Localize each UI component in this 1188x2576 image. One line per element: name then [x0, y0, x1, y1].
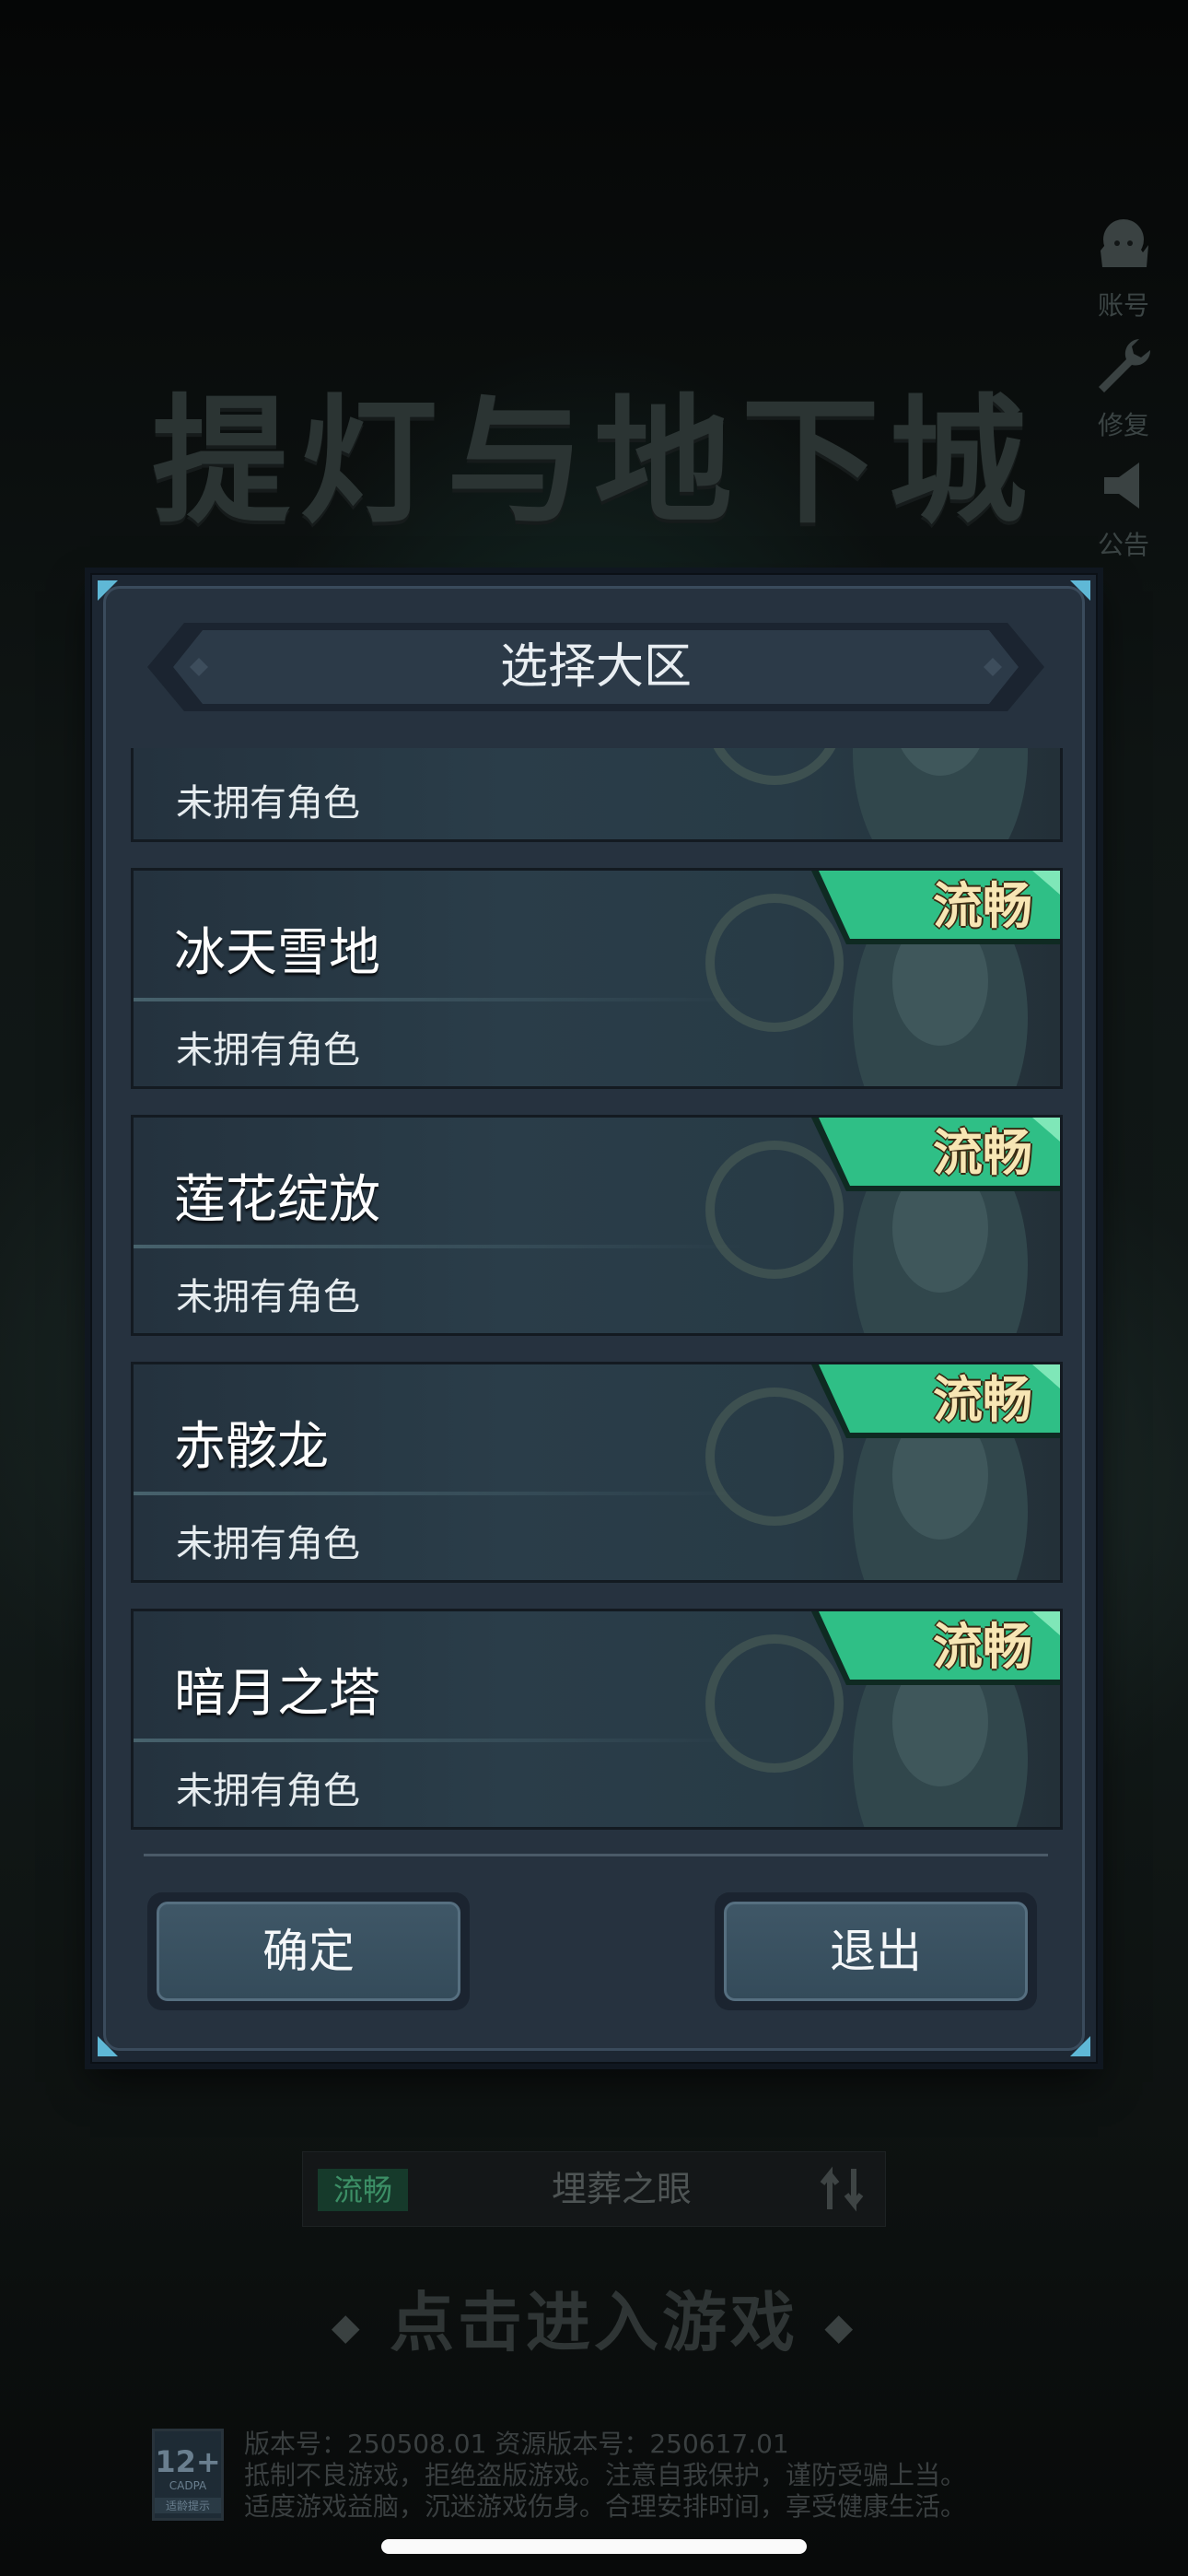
wrench-icon [1099, 339, 1151, 392]
rating-tip-text: 适龄提示 [155, 2498, 221, 2513]
current-server-name: 埋葬之眼 [551, 2169, 692, 2209]
repair-button[interactable]: 修复 [1077, 334, 1170, 442]
account-label: 账号 [1097, 290, 1149, 321]
legal-text: 版本号：250508.01 资源版本号：250617.01 抵制不良游戏，拒绝盗… [244, 2429, 1110, 2523]
enter-game-button[interactable]: ◆ 点击进入游戏 ◆ [0, 2271, 1188, 2364]
server-status-badge: 流畅 [933, 1124, 1032, 1182]
announcement-button[interactable]: 公告 [1077, 453, 1170, 562]
home-indicator[interactable] [381, 2539, 807, 2554]
account-button[interactable]: 账号 [1077, 214, 1170, 322]
server-row[interactable]: 赤骸龙 未拥有角色 流畅 [131, 1362, 1063, 1583]
diamond-icon: ◆ [824, 2305, 857, 2348]
row-divider [134, 1245, 741, 1248]
dialog-title: 选择大区 [499, 639, 692, 695]
age-rating-badge: 12+ CADPA 适龄提示 [152, 2429, 224, 2521]
server-owned-status: 未拥有角色 [176, 1523, 360, 1565]
row-divider [134, 1492, 741, 1495]
exit-button[interactable]: 退出 [715, 1892, 1037, 2010]
exit-button-label: 退出 [724, 1902, 1028, 2001]
server-owned-status: 未拥有角色 [176, 1770, 360, 1812]
legal-line-2: 抵制不良游戏，拒绝盗版游戏。注意自我保护，谨防受骗上当。 [244, 2460, 967, 2490]
row-divider [134, 998, 741, 1001]
announcement-label: 公告 [1097, 530, 1149, 560]
game-logo-title: 提灯与地下城 [151, 381, 1036, 543]
server-row[interactable]: 莲花绽放 未拥有角色 流畅 [131, 1115, 1063, 1336]
server-status-badge: 流畅 [933, 1371, 1032, 1429]
server-row[interactable]: 冰天雪地 未拥有角色 流畅 [131, 868, 1063, 1089]
current-server-status: 流畅 [318, 2169, 408, 2211]
server-row[interactable]: 未拥有角色 [131, 748, 1063, 842]
server-owned-status: 未拥有角色 [176, 1276, 360, 1318]
server-owned-status: 未拥有角色 [176, 782, 360, 825]
server-owned-status: 未拥有角色 [176, 1029, 360, 1071]
server-name: 赤骸龙 [174, 1417, 329, 1477]
confirm-button-label: 确定 [157, 1902, 460, 2001]
age-rating-text: 12+ [155, 2444, 221, 2479]
server-select-dialog: 选择大区 未拥有角色 冰天雪地 未拥有角色 流畅 莲花绽放 未拥有角色 流畅 赤… [90, 573, 1098, 2064]
dialog-header: 选择大区 [147, 623, 1044, 711]
swap-arrows-icon[interactable] [817, 2163, 868, 2215]
server-name: 冰天雪地 [174, 923, 380, 983]
login-screen: 提灯与地下城 账号 修复 公告 流畅 埋葬之眼 ◆ 点击进入游戏 ◆ 12+ C… [0, 0, 1188, 2576]
server-list[interactable]: 未拥有角色 冰天雪地 未拥有角色 流畅 莲花绽放 未拥有角色 流畅 赤骸龙 未拥… [131, 748, 1063, 1837]
enter-game-label: 点击进入游戏 [390, 2285, 798, 2360]
rating-org-text: CADPA [169, 2479, 207, 2492]
repair-label: 修复 [1097, 410, 1149, 440]
current-server-selector[interactable]: 流畅 埋葬之眼 [302, 2151, 886, 2227]
account-icon [1101, 219, 1148, 267]
server-name: 暗月之塔 [174, 1664, 380, 1724]
server-row[interactable]: 暗月之塔 未拥有角色 流畅 [131, 1609, 1063, 1830]
server-status-badge: 流畅 [933, 877, 1032, 935]
diamond-icon: ◆ [331, 2305, 364, 2348]
megaphone-icon [1104, 463, 1139, 509]
server-name: 莲花绽放 [174, 1170, 380, 1230]
list-separator [144, 1854, 1048, 1856]
row-divider [134, 1739, 741, 1742]
statue-art-icon [713, 748, 1028, 839]
server-status-badge: 流畅 [933, 1618, 1032, 1676]
confirm-button[interactable]: 确定 [147, 1892, 470, 2010]
version-line: 版本号：250508.01 资源版本号：250617.01 [244, 2429, 789, 2459]
legal-line-3: 适度游戏益脑，沉迷游戏伤身。合理安排时间，享受健康生活。 [244, 2491, 967, 2522]
